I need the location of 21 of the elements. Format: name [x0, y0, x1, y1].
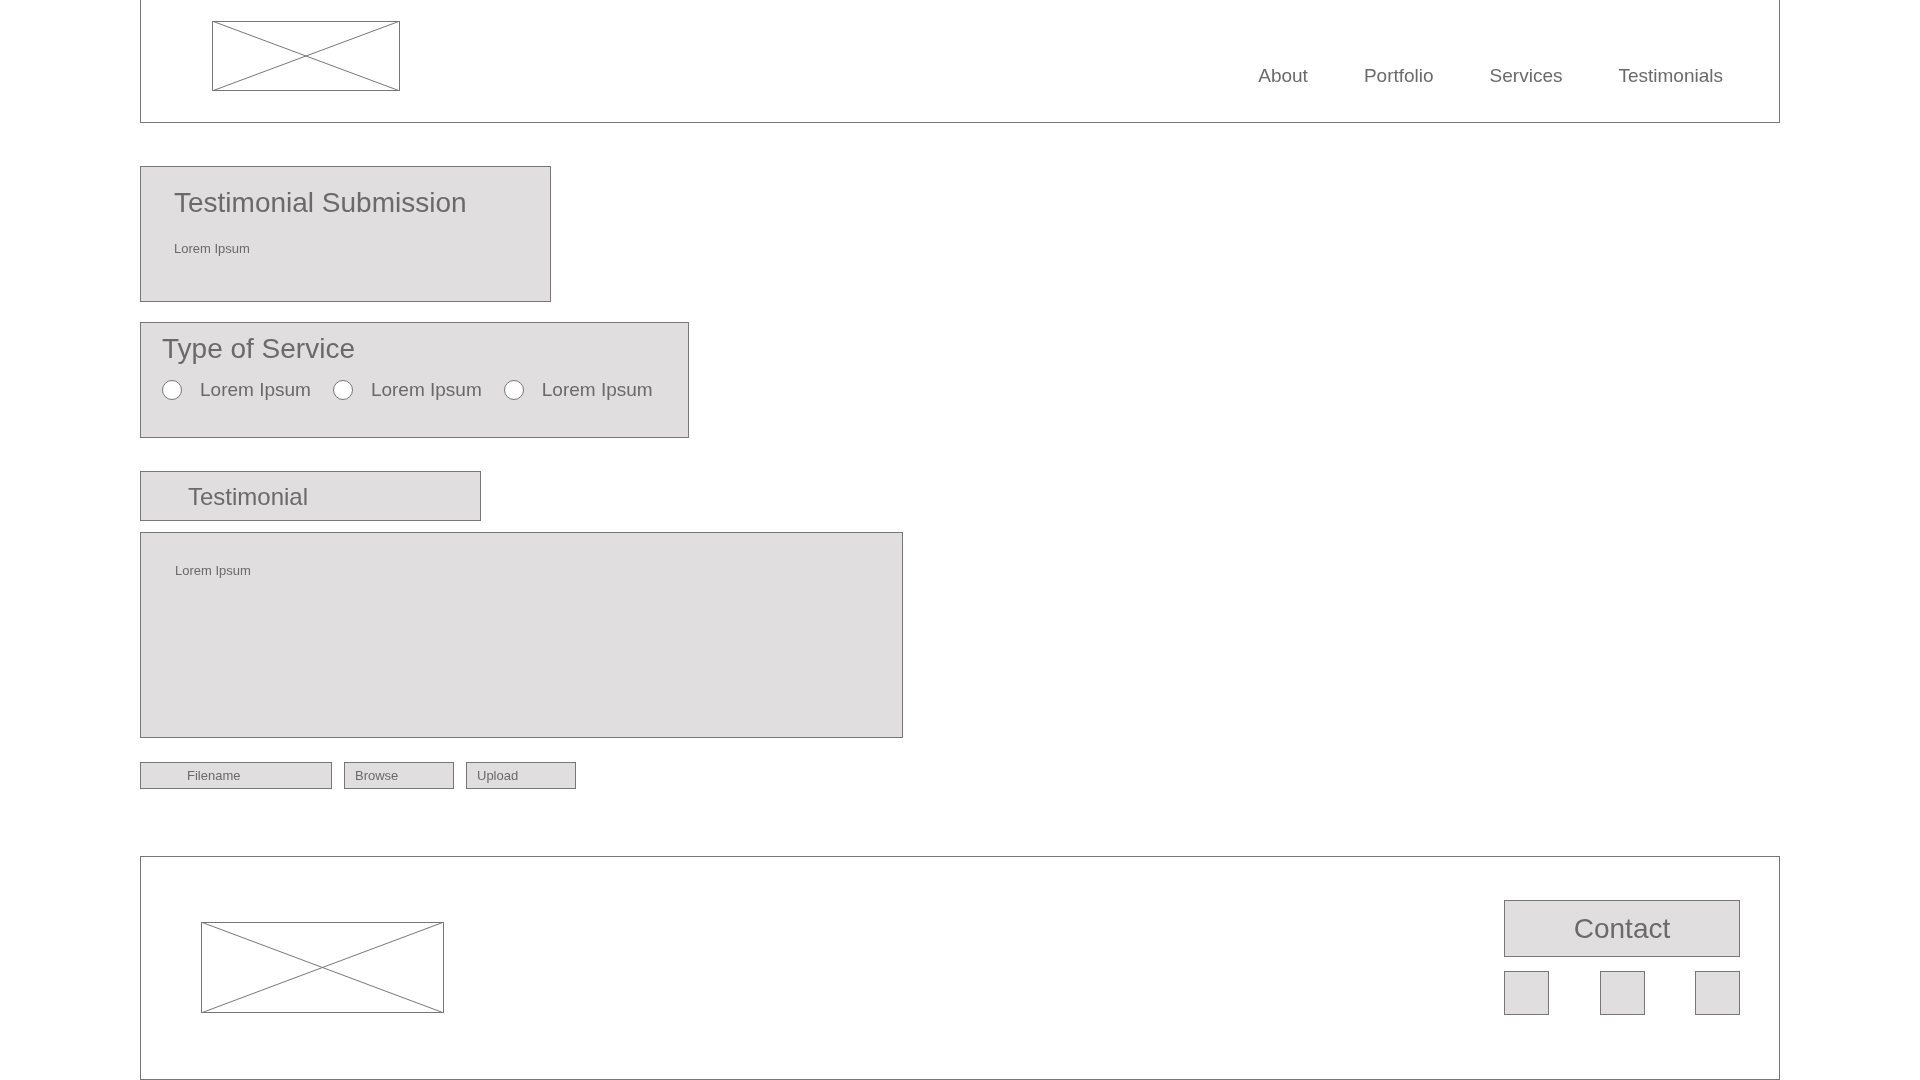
upload-button[interactable]: Upload: [466, 762, 576, 789]
radio-option[interactable]: Lorem Ipsum: [503, 379, 653, 401]
radio-option[interactable]: Lorem Ipsum: [162, 379, 311, 401]
social-icon[interactable]: [1504, 971, 1549, 1015]
contact-button[interactable]: Contact: [1504, 900, 1740, 957]
nav-link[interactable]: Testimonials: [1618, 65, 1723, 87]
page-title: Testimonial Submission: [174, 187, 468, 219]
nav-link[interactable]: Services: [1489, 65, 1563, 87]
logo-placeholder-icon: [201, 922, 444, 1013]
section-title: Type of Service: [162, 333, 356, 365]
logo-placeholder-icon: [212, 21, 400, 91]
upload-button[interactable]: Browse: [344, 762, 454, 789]
filename-field[interactable]: Filename: [140, 762, 332, 789]
social-icon[interactable]: [1695, 971, 1740, 1015]
intro-text: Lorem Ipsum: [174, 241, 251, 256]
testimonial-label: Testimonial: [140, 471, 481, 521]
nav-link[interactable]: Portfolio: [1363, 65, 1434, 87]
nav-link[interactable]: About: [1258, 65, 1308, 87]
testimonial-input[interactable]: Lorem Ipsum: [140, 532, 903, 738]
radio-option[interactable]: Lorem Ipsum: [332, 379, 482, 401]
social-icon[interactable]: [1599, 971, 1645, 1015]
